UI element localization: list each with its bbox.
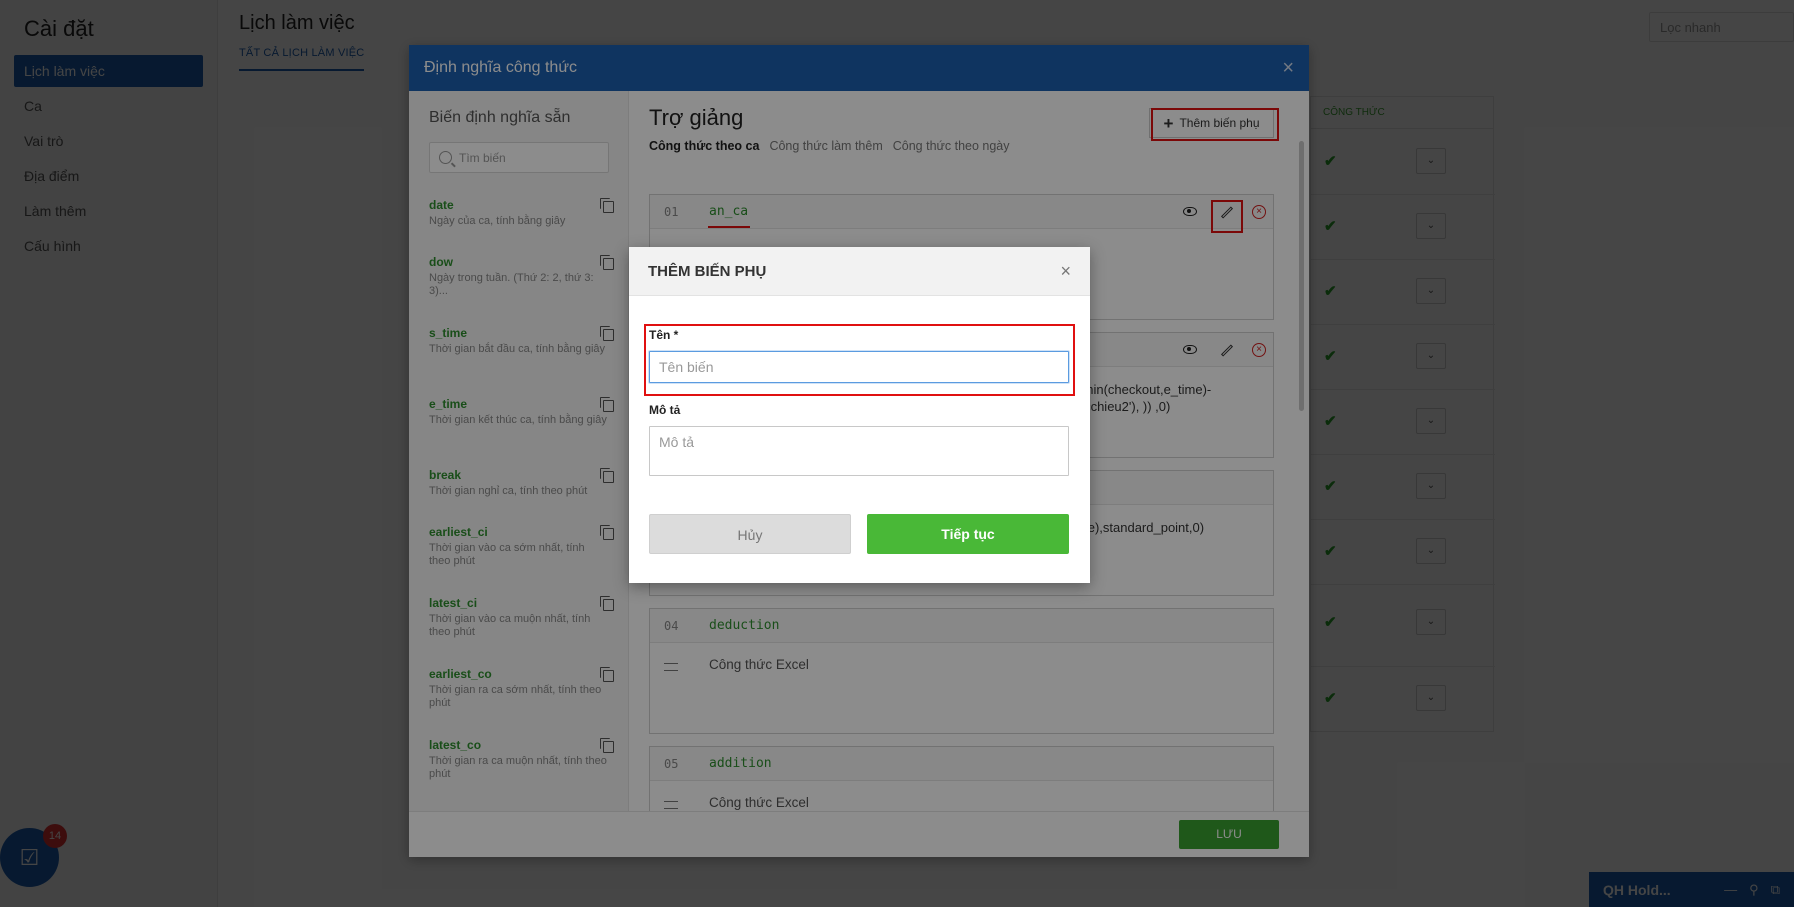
continue-button[interactable]: Tiếp tục (867, 514, 1069, 554)
cancel-button[interactable]: Hủy (649, 514, 851, 554)
name-label: Tên * (649, 328, 679, 342)
description-input[interactable] (649, 426, 1069, 476)
dialog-header: THÊM BIẾN PHỤ × (629, 247, 1090, 296)
add-auxiliary-variable-dialog: THÊM BIẾN PHỤ × Tên * Mô tả Hủy Tiếp tục (629, 247, 1090, 583)
variable-name-input[interactable] (649, 351, 1069, 383)
description-label: Mô tả (649, 403, 681, 417)
close-icon[interactable]: × (1060, 261, 1071, 282)
dialog-title: THÊM BIẾN PHỤ (648, 262, 767, 280)
